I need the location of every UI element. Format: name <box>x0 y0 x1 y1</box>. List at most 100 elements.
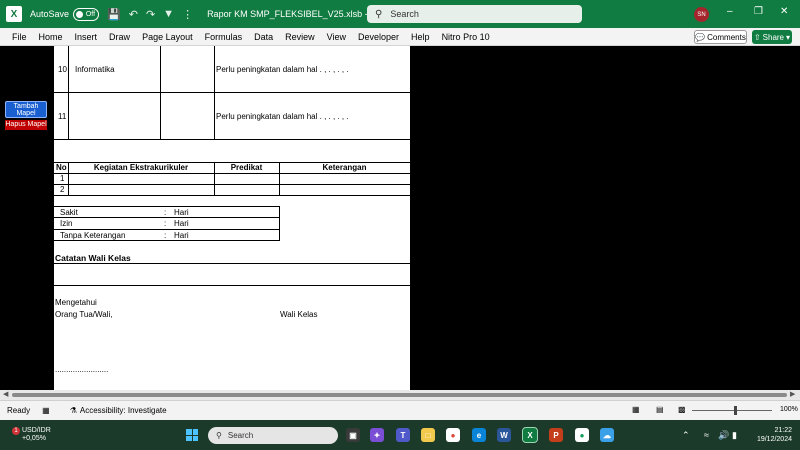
tab-nitro[interactable]: Nitro Pro 10 <box>442 32 490 42</box>
autosave-toggle[interactable]: Off <box>73 7 100 21</box>
tab-page-layout[interactable]: Page Layout <box>142 32 193 42</box>
restore-icon[interactable]: ❐ <box>754 6 763 17</box>
more-icon[interactable]: ⋮ <box>182 8 193 21</box>
attendance-sep: : <box>164 208 167 217</box>
normal-view-icon[interactable]: ▦ <box>632 405 640 414</box>
filter-icon[interactable]: ▼ <box>163 8 174 20</box>
scroll-right-icon[interactable]: ▶ <box>790 390 795 400</box>
tab-help[interactable]: Help <box>411 32 430 42</box>
macro-record-icon[interactable]: ▦ <box>42 406 50 415</box>
zoom-knob[interactable] <box>734 406 737 415</box>
subject-note: Perlu peningkatan dalam hal . , . , . , … <box>216 112 349 121</box>
close-icon[interactable]: ✕ <box>780 6 788 17</box>
edge-icon[interactable]: e <box>472 428 486 442</box>
ribbon-tabs: File Home Insert Draw Page Layout Formul… <box>0 28 800 46</box>
tab-draw[interactable]: Draw <box>109 32 130 42</box>
signature-line: ........................ <box>55 365 109 374</box>
tab-insert[interactable]: Insert <box>75 32 98 42</box>
page-layout-icon[interactable]: ▤ <box>656 405 664 414</box>
tab-formulas[interactable]: Formulas <box>205 32 243 42</box>
chevron-down-icon: ▾ <box>786 32 791 42</box>
attendance-sep: : <box>164 231 167 240</box>
horizontal-scrollbar[interactable]: ◀ ▶ <box>0 390 800 400</box>
homeroom-teacher-label: Wali Kelas <box>280 310 318 319</box>
tab-review[interactable]: Review <box>285 32 315 42</box>
parent-label: Orang Tua/Wali, <box>55 310 113 319</box>
homeroom-note-title: Catatan Wali Kelas <box>55 253 131 263</box>
search-icon: ⚲ <box>375 8 383 20</box>
extra-header-grade: Predikat <box>230 163 263 172</box>
delete-subject-button[interactable]: Hapus Mapel <box>5 120 47 130</box>
zoom-slider[interactable] <box>692 410 772 411</box>
undo-icon[interactable]: ↶ <box>129 8 138 21</box>
zoom-level[interactable]: 100% <box>780 406 798 413</box>
add-subject-button[interactable]: Tambah Mapel <box>5 101 47 118</box>
clock-date: 19/12/2024 <box>756 436 792 443</box>
attendance-unit: Hari <box>174 231 189 240</box>
subject-note: Perlu peningkatan dalam hal . , . , . , … <box>216 65 349 74</box>
fx-pair: USD/IDR <box>22 427 51 434</box>
chrome-profile-icon[interactable]: ● <box>575 428 589 442</box>
fx-widget[interactable]: 1 USD/IDR +0,05% <box>12 427 51 443</box>
accessibility-icon: ⚗ <box>69 406 77 415</box>
attendance-label: Tanpa Keterangan <box>60 231 126 240</box>
chrome-icon[interactable]: ● <box>446 428 460 442</box>
subject-no: 11 <box>58 112 67 121</box>
document-title: Rapor KM SMP_FLEKSIBEL_V25.xlsb - E... <box>207 9 384 19</box>
attendance-label: Izin <box>60 219 73 228</box>
extra-row-no: 1 <box>60 174 65 183</box>
file-explorer-icon[interactable]: □ <box>421 428 435 442</box>
search-placeholder: Search <box>390 9 419 19</box>
notification-badge: 1 <box>12 427 20 435</box>
comment-icon: 💬 <box>695 32 706 42</box>
extra-row-no: 2 <box>60 185 65 194</box>
weather-icon[interactable]: ☁ <box>600 428 614 442</box>
comments-button[interactable]: 💬 Comments <box>694 30 747 44</box>
worksheet[interactable]: 10 Informatika Perlu peningkatan dalam h… <box>54 46 410 390</box>
tab-file[interactable]: File <box>12 32 27 42</box>
tab-home[interactable]: Home <box>39 32 63 42</box>
save-icon[interactable]: 💾 <box>107 8 121 21</box>
page-break-icon[interactable]: ▩ <box>678 405 686 414</box>
extra-header-activity: Kegiatan Ekstrakurikuler <box>93 163 189 172</box>
autosave-label: AutoSave <box>30 9 70 19</box>
copilot-icon[interactable]: ✦ <box>370 428 384 442</box>
attendance-sep: : <box>164 219 167 228</box>
subject-no: 10 <box>58 65 67 74</box>
avatar[interactable]: SN <box>694 7 709 22</box>
status-ready: Ready <box>7 406 31 415</box>
excel-taskbar-icon[interactable]: X <box>522 427 538 443</box>
word-icon[interactable]: W <box>497 428 511 442</box>
title-bar: X AutoSave Off 💾 ↶ ↷ ▼ ⋮ Rapor KM SMP_FL… <box>0 0 800 28</box>
share-icon: ⇧ <box>753 32 761 42</box>
task-view-icon[interactable]: ▣ <box>346 428 360 442</box>
redo-icon[interactable]: ↷ <box>146 8 155 21</box>
tab-developer[interactable]: Developer <box>358 32 399 42</box>
taskbar-search[interactable]: ⚲ Search <box>208 427 338 444</box>
accessibility-status[interactable]: ⚗ Accessibility: Investigate <box>70 406 167 415</box>
volume-icon[interactable]: 🔊 <box>718 430 729 441</box>
start-icon[interactable] <box>186 429 198 441</box>
share-button[interactable]: ⇧ Share ▾ <box>752 30 792 44</box>
excel-icon[interactable]: X <box>6 6 22 22</box>
scrollbar-thumb[interactable] <box>12 393 787 397</box>
teams-icon[interactable]: T <box>396 428 410 442</box>
search-box[interactable]: ⚲ Search <box>367 5 582 23</box>
search-icon: ⚲ <box>216 431 222 440</box>
wifi-icon[interactable]: ≈ <box>704 430 709 440</box>
attendance-label: Sakit <box>60 208 78 217</box>
subject-name: Informatika <box>75 65 115 74</box>
powerpoint-icon[interactable]: P <box>549 428 563 442</box>
tab-data[interactable]: Data <box>254 32 273 42</box>
clock[interactable]: 21:22 19/12/2024 <box>734 426 792 444</box>
scroll-left-icon[interactable]: ◀ <box>3 390 8 400</box>
fx-change: +0,05% <box>22 435 46 442</box>
tab-view[interactable]: View <box>327 32 346 42</box>
chevron-up-icon[interactable]: ⌃ <box>682 430 690 441</box>
attendance-unit: Hari <box>174 208 189 217</box>
acknowledged-label: Mengetahui <box>55 298 97 307</box>
minimize-icon[interactable]: – <box>727 6 733 17</box>
taskbar: 1 USD/IDR +0,05% ⚲ Search ▣ ✦ T □ ● e W X… <box>0 420 800 450</box>
clock-time: 21:22 <box>774 427 792 434</box>
attendance-unit: Hari <box>174 219 189 228</box>
